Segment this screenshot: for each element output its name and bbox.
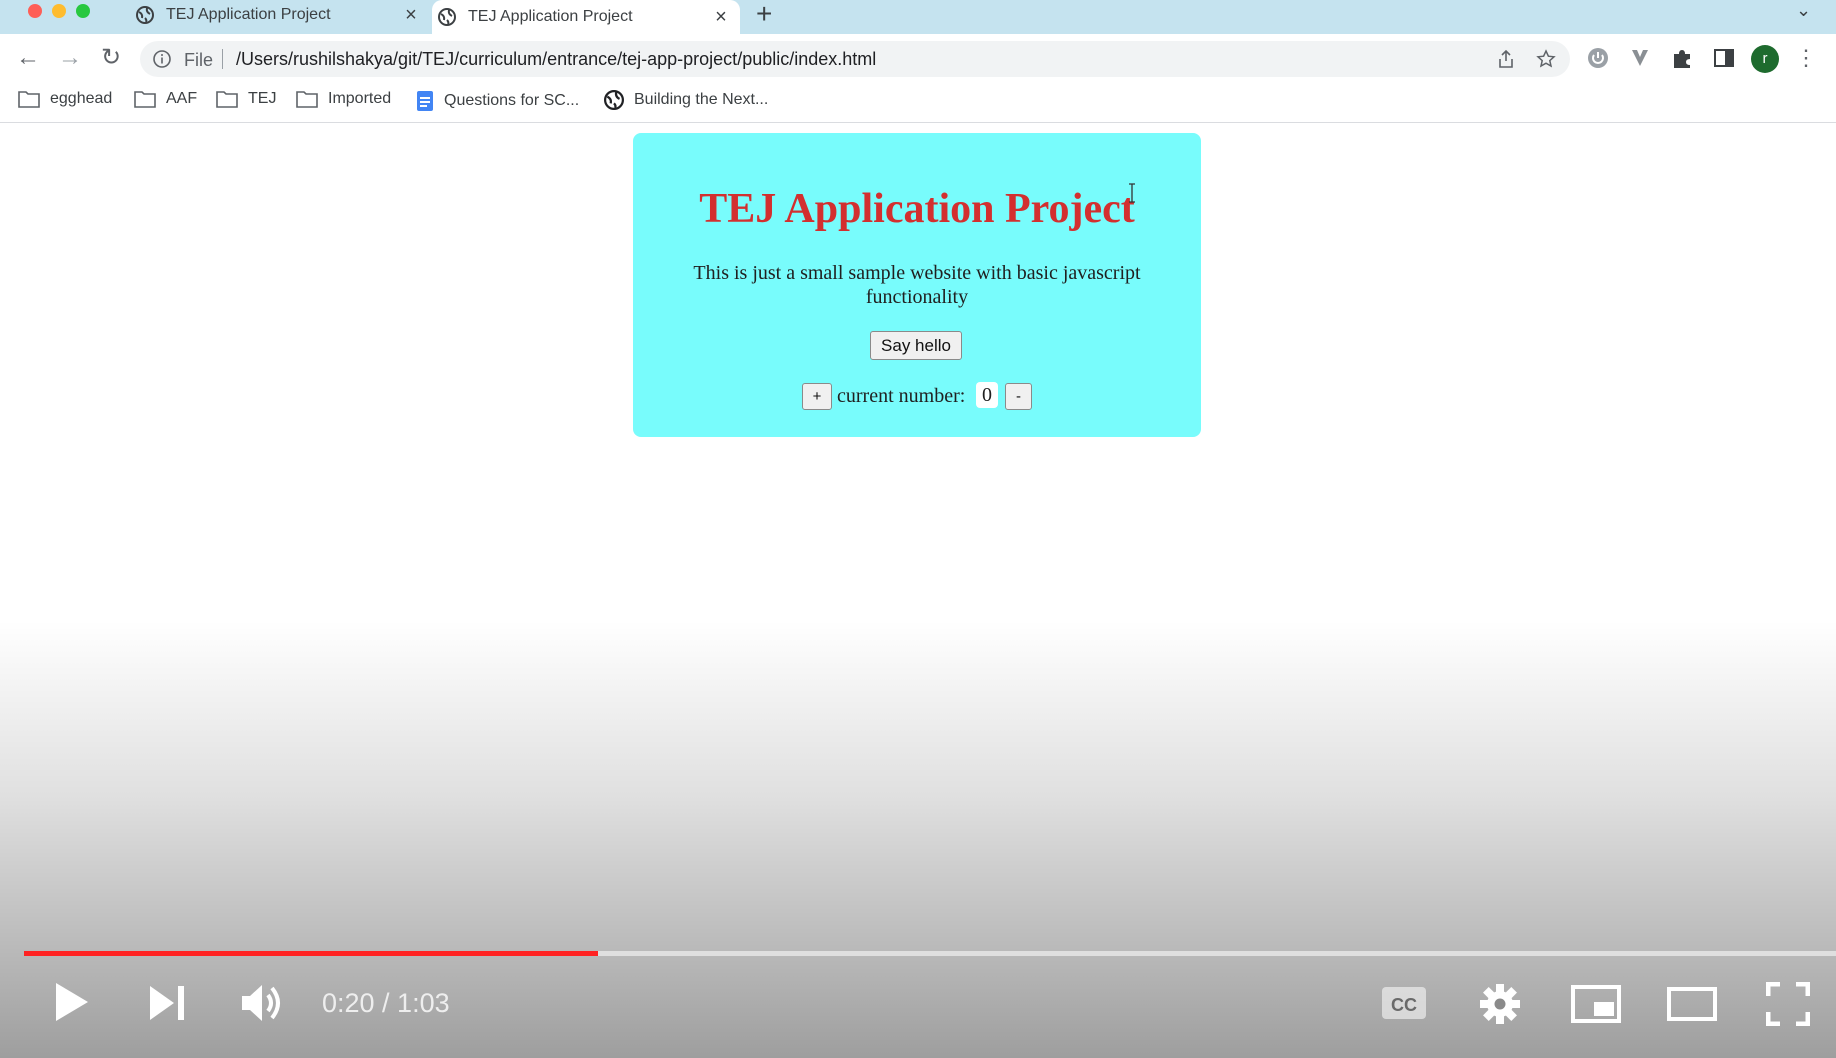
- info-icon[interactable]: [152, 49, 172, 69]
- bookmark-building[interactable]: Building the Next...: [604, 90, 768, 110]
- next-icon[interactable]: [148, 984, 188, 1022]
- counter-value: 0: [976, 382, 998, 408]
- counter-label: current number:: [837, 385, 966, 407]
- globe-icon: [136, 6, 154, 24]
- bookmark-aaf[interactable]: AAF: [134, 90, 197, 108]
- close-icon[interactable]: ×: [400, 4, 422, 27]
- bookmark-imported[interactable]: Imported: [296, 90, 391, 108]
- tab-search-chevron-icon[interactable]: ⌄: [1796, 0, 1811, 21]
- new-tab-button[interactable]: +: [756, 0, 772, 30]
- tab-title: TEJ Application Project: [166, 6, 331, 23]
- docs-icon: [417, 91, 433, 111]
- increment-button[interactable]: +: [802, 383, 832, 410]
- minimize-window-button[interactable]: [52, 4, 66, 18]
- close-icon[interactable]: ×: [710, 6, 732, 29]
- bookmark-label: egghead: [50, 90, 113, 107]
- bookmark-label: TEJ: [248, 90, 277, 107]
- close-window-button[interactable]: [28, 4, 42, 18]
- text-cursor-icon: [1129, 183, 1135, 203]
- decrement-button[interactable]: -: [1005, 383, 1032, 410]
- progress-played: [24, 951, 599, 956]
- kebab-menu-icon[interactable]: ⋮: [1792, 44, 1820, 72]
- profile-avatar[interactable]: r: [1751, 45, 1779, 73]
- bookmark-label: Imported: [328, 90, 392, 107]
- url-text[interactable]: /Users/rushilshakya/git/TEJ/curriculum/e…: [236, 49, 876, 70]
- theater-mode-icon[interactable]: [1666, 986, 1718, 1022]
- share-icon[interactable]: [1496, 49, 1516, 69]
- time-display: 0:20 / 1:03: [322, 988, 450, 1018]
- page-description: This is just a small sample website with…: [693, 262, 1141, 308]
- globe-icon: [438, 8, 456, 26]
- forward-arrow-icon[interactable]: →: [56, 44, 84, 72]
- bookmark-label: Questions for SC...: [444, 92, 580, 109]
- bookmark-questions[interactable]: Questions for SC...: [416, 90, 579, 112]
- say-hello-button[interactable]: Say hello: [870, 331, 962, 360]
- settings-gear-icon[interactable]: [1478, 982, 1522, 1026]
- svg-text:CC: CC: [1391, 995, 1417, 1015]
- progress-bar[interactable]: [24, 951, 1836, 956]
- maximize-window-button[interactable]: [76, 4, 90, 18]
- folder-icon: [18, 91, 40, 108]
- bookmark-label: Building the Next...: [634, 91, 769, 108]
- page-title: TEJ Application Project: [699, 186, 1135, 232]
- side-panel-icon[interactable]: [1712, 46, 1736, 70]
- folder-icon: [296, 91, 318, 108]
- bookmark-tej[interactable]: TEJ: [216, 90, 276, 108]
- bookmark-egghead[interactable]: egghead: [18, 90, 112, 108]
- tab-1[interactable]: TEJ Application Project ×: [130, 0, 430, 30]
- tab-2[interactable]: TEJ Application Project ×: [432, 0, 740, 34]
- puzzle-icon[interactable]: [1670, 46, 1694, 70]
- folder-icon: [216, 91, 238, 108]
- browser-toolbar: ← → ↻ File /Users/rushilshakya/git/TEJ/c…: [0, 34, 1836, 82]
- reload-icon[interactable]: ↻: [97, 44, 125, 72]
- miniplayer-icon[interactable]: [1570, 984, 1622, 1024]
- scheme-label: File: [184, 50, 214, 70]
- address-separator: [222, 49, 223, 69]
- bookmark-label: AAF: [166, 90, 198, 107]
- address-bar[interactable]: File /Users/rushilshakya/git/TEJ/curricu…: [140, 41, 1570, 77]
- globe-icon: [604, 90, 624, 110]
- back-arrow-icon[interactable]: ←: [14, 44, 42, 72]
- bookmarks-bar: egghead AAF TEJ Imported Questions for S…: [0, 82, 1836, 123]
- captions-icon[interactable]: CC: [1380, 984, 1428, 1022]
- play-icon[interactable]: [52, 980, 92, 1024]
- star-icon[interactable]: [1536, 49, 1556, 69]
- volume-icon[interactable]: [240, 982, 286, 1024]
- tab-title: TEJ Application Project: [468, 8, 633, 25]
- folder-icon: [134, 91, 156, 108]
- extension-v-icon[interactable]: [1628, 46, 1652, 70]
- tab-strip: TEJ Application Project × TEJ Applicatio…: [0, 0, 1836, 34]
- fullscreen-icon[interactable]: [1766, 982, 1810, 1026]
- app-card: TEJ Application Project This is just a s…: [633, 133, 1201, 437]
- extension-power-icon[interactable]: [1586, 46, 1610, 70]
